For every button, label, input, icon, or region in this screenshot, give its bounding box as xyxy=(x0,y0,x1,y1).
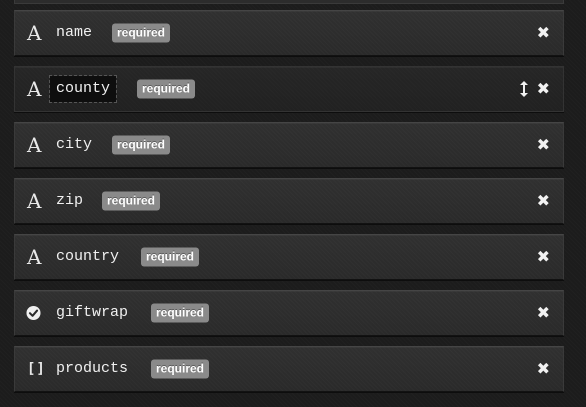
field-name-label[interactable]: products xyxy=(56,359,128,379)
close-icon[interactable]: ✖ xyxy=(537,25,550,41)
text-type-icon: A xyxy=(27,189,42,213)
text-type-icon: A xyxy=(27,133,42,157)
close-icon[interactable]: ✖ xyxy=(537,81,550,97)
text-type-icon: A xyxy=(27,21,42,45)
required-badge: required xyxy=(151,303,210,323)
field-row-giftwrap[interactable]: giftwrap required ✖ xyxy=(14,290,564,336)
field-row-country[interactable]: A country required ✖ xyxy=(14,234,564,280)
vertical-resize-icon[interactable] xyxy=(520,81,528,97)
required-badge: required xyxy=(137,79,196,99)
required-badge: required xyxy=(151,359,210,379)
field-row-city[interactable]: A city required ✖ xyxy=(14,122,564,168)
previous-row-edge xyxy=(14,0,564,4)
boolean-check-icon xyxy=(26,305,41,321)
required-badge: required xyxy=(141,247,200,267)
close-icon[interactable]: ✖ xyxy=(537,361,550,377)
field-name-label[interactable]: name xyxy=(56,23,92,43)
field-name-label[interactable]: zip xyxy=(56,191,83,211)
close-icon[interactable]: ✖ xyxy=(537,249,550,265)
field-row-name[interactable]: A name required ✖ xyxy=(14,10,564,56)
required-badge: required xyxy=(112,135,171,155)
close-icon[interactable]: ✖ xyxy=(537,305,550,321)
required-badge: required xyxy=(112,23,171,43)
field-name-label[interactable]: city xyxy=(56,135,92,155)
field-name-label[interactable]: country xyxy=(56,247,119,267)
field-name-input[interactable]: county xyxy=(48,75,118,103)
text-type-icon: A xyxy=(27,245,42,269)
field-row-zip[interactable]: A zip required ✖ xyxy=(14,178,564,224)
text-type-icon: A xyxy=(27,77,42,101)
field-list: A name required ✖ A county required ✖ A … xyxy=(0,0,586,407)
field-row-products[interactable]: [] products required ✖ xyxy=(14,346,564,392)
field-row-county[interactable]: A county required ✖ xyxy=(14,66,564,112)
required-badge: required xyxy=(102,191,161,211)
array-brackets-icon: [] xyxy=(27,361,46,377)
field-name-label[interactable]: giftwrap xyxy=(56,303,128,323)
close-icon[interactable]: ✖ xyxy=(537,193,550,209)
close-icon[interactable]: ✖ xyxy=(537,137,550,153)
